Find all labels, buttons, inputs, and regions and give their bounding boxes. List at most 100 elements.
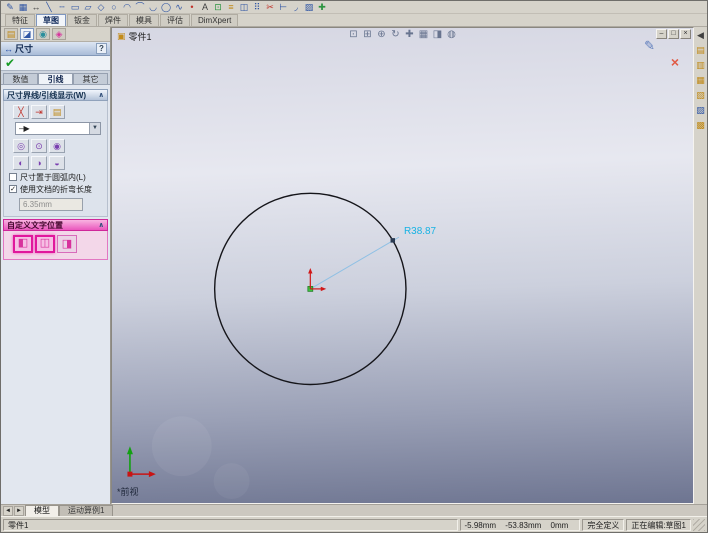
text-icon[interactable]: A [199,2,211,13]
tab-scroll-left-icon[interactable]: ◄ [3,506,13,516]
command-manager-tabs: 特征 草图 钣金 焊件 模具 评估 DimXpert [1,14,707,27]
command-tab[interactable]: 特征 [5,14,35,26]
document-tab[interactable]: 运动算例1 [59,505,114,516]
grid-icon[interactable]: ▦ [17,2,29,13]
zoom-fit-icon[interactable]: ⊡ [348,29,360,40]
three-point-arc-icon[interactable]: ◡ [147,2,159,13]
property-manager-actions: ✔ [1,56,110,71]
arrow-style-dropdown[interactable]: –▶ ▼ [15,122,101,135]
panel-tab[interactable]: 其它 [73,73,108,84]
bend-length-input[interactable] [19,198,83,211]
smart-dimension-icon[interactable]: ↔ [30,2,42,13]
radius-leader-inside-icon[interactable]: ⊙ [31,139,47,153]
sketch-origin[interactable] [308,267,327,292]
witness-break-icon[interactable]: ╳ [13,105,29,119]
bend-length-checkbox[interactable]: ✓ [9,185,17,193]
ok-button[interactable]: ✔ [5,57,15,69]
graphics-area[interactable]: R38.87 ▣ 零件1 ⊡ ⊞ ⊕ ↻ ✚ ▦ ◨ ◍ – □ × ✎ × *… [111,27,694,504]
dimension-value[interactable]: R38.87 [404,226,437,237]
hide-show-icon[interactable]: ◍ [446,29,458,40]
dimension-leader-line[interactable] [310,236,400,290]
propertymanager-tab-icon[interactable]: ◪ [20,28,34,40]
text-position-group-header[interactable]: 自定义文字位置 ∧ [3,219,108,231]
radius-leader-outside-icon[interactable]: ◎ [13,139,29,153]
document-title: ▣ 零件1 [117,30,152,43]
status-z: 0mm [550,520,569,530]
client-area: ▤◪◉◈ ↔ 尺寸 ? ✔ 数值引线其它 尺寸界线/引线显示(W) ∧ [1,27,707,504]
resize-grip[interactable] [693,518,705,531]
leader-arrow-icon[interactable]: ⇥ [31,105,47,119]
fillet-entities-icon[interactable]: ◞ [290,2,302,13]
command-tab[interactable]: 焊件 [98,14,128,26]
resources-icon[interactable]: ▤ [695,45,706,56]
extend-entities-icon[interactable]: ⊢ [277,2,289,13]
dimxpertmanager-tab-icon[interactable]: ◈ [52,28,66,40]
restore-button[interactable]: □ [668,29,679,39]
centerpoint-arc-icon[interactable]: ◠ [121,2,133,13]
minimize-button[interactable]: – [656,29,667,39]
offset-entities-icon[interactable]: ≡ [225,2,237,13]
command-tab[interactable]: 评估 [160,14,190,26]
parallelogram-icon[interactable]: ▱ [82,2,94,13]
exit-sketch-button[interactable]: ✎ [644,38,655,54]
rotate-view-icon[interactable]: ↻ [390,29,402,40]
collapse-taskpane-icon[interactable]: ◀ [695,30,706,41]
circle-icon[interactable]: ○ [108,2,120,13]
command-tab[interactable]: DimXpert [191,14,239,26]
configurationmanager-tab-icon[interactable]: ◉ [36,28,50,40]
file-explorer-icon[interactable]: ▦ [695,75,706,86]
status-bar: 零件1 -5.98mm -53.83mm 0mm 完全定义 正在编辑:草图1 [1,516,707,532]
command-tab[interactable]: 草图 [36,14,66,26]
custom-properties-icon[interactable]: ▩ [695,120,706,131]
polygon-icon[interactable]: ◇ [95,2,107,13]
trim-entities-icon[interactable]: ✂ [264,2,276,13]
text-position-buttons: ◧ ◫ ◨ [13,235,104,253]
appearances-icon[interactable]: ▨ [695,105,706,116]
dimension-attach-handle[interactable] [390,238,396,243]
spline-icon[interactable]: ∿ [173,2,185,13]
linear-pattern-icon[interactable]: ⠿ [251,2,263,13]
convert-entities-icon[interactable]: ⊡ [212,2,224,13]
panel-tab[interactable]: 数值 [3,73,38,84]
close-button[interactable]: × [680,29,691,39]
pan-icon[interactable]: ✚ [404,29,416,40]
construction-geometry-icon[interactable]: ▨ [303,2,315,13]
sketch-canvas[interactable]: R38.87 [112,28,693,503]
rectangle-icon[interactable]: ▭ [69,2,81,13]
panel-tab[interactable]: 引线 [38,73,73,84]
view-palette-icon[interactable]: ▧ [695,90,706,101]
zoom-area-icon[interactable]: ⊞ [362,29,374,40]
ellipse-icon[interactable]: ◯ [160,2,172,13]
design-library-icon[interactable]: ▥ [695,60,706,71]
tab-scroll-right-icon[interactable]: ► [14,506,24,516]
radius-leader-smart-icon[interactable]: ◒ [49,156,65,170]
tangent-arc-icon[interactable]: ⌒ [134,2,146,13]
radius-leader-open-icon[interactable]: ◐ [13,156,29,170]
line-icon[interactable]: ╲ [43,2,55,13]
document-default-icon[interactable]: ▤ [49,105,65,119]
display-style-icon[interactable]: ◨ [432,29,444,40]
featuremanager-tab-icon[interactable]: ▤ [4,28,18,40]
command-tab[interactable]: 模具 [129,14,159,26]
witness-group-header[interactable]: 尺寸界线/引线显示(W) ∧ [3,89,108,101]
mirror-entities-icon[interactable]: ◫ [238,2,250,13]
view-orientation-icon[interactable]: ▦ [418,29,430,40]
point-icon[interactable]: • [186,2,198,13]
text-position-center-icon[interactable]: ◫ [35,235,55,253]
cancel-sketch-button[interactable]: × [671,54,679,70]
text-position-left-icon[interactable]: ◧ [13,235,33,253]
sketch-icon[interactable]: ✎ [4,2,16,13]
help-button[interactable]: ? [96,43,107,54]
radius-leader-broken-icon[interactable]: ◉ [49,139,65,153]
centerline-icon[interactable]: ╌ [56,2,68,13]
text-position-right-icon[interactable]: ◨ [57,235,77,253]
command-tab[interactable]: 钣金 [67,14,97,26]
status-editing: 正在编辑:草图1 [626,518,691,531]
document-tab[interactable]: 模型 [25,505,59,516]
arrow-style-value: –▶ [19,124,30,133]
zoom-in-out-icon[interactable]: ⊕ [376,29,388,40]
move-entities-icon[interactable]: ✚ [316,2,328,13]
solidworks-app-window: ✎ ▦ ↔ ╲ ╌ ▭ ▱ ◇ ○ ◠ ⌒ ◡ ◯ ∿ • A ⊡ ≡ ◫ ⠿ ✂ ⊢ ◞ ▨ ✚ 特征 草图 钣金 焊件 模具 评估 Di… [0,0,708,533]
arc-inside-checkbox[interactable] [9,173,17,181]
radius-leader-solid-icon[interactable]: ◑ [31,156,47,170]
